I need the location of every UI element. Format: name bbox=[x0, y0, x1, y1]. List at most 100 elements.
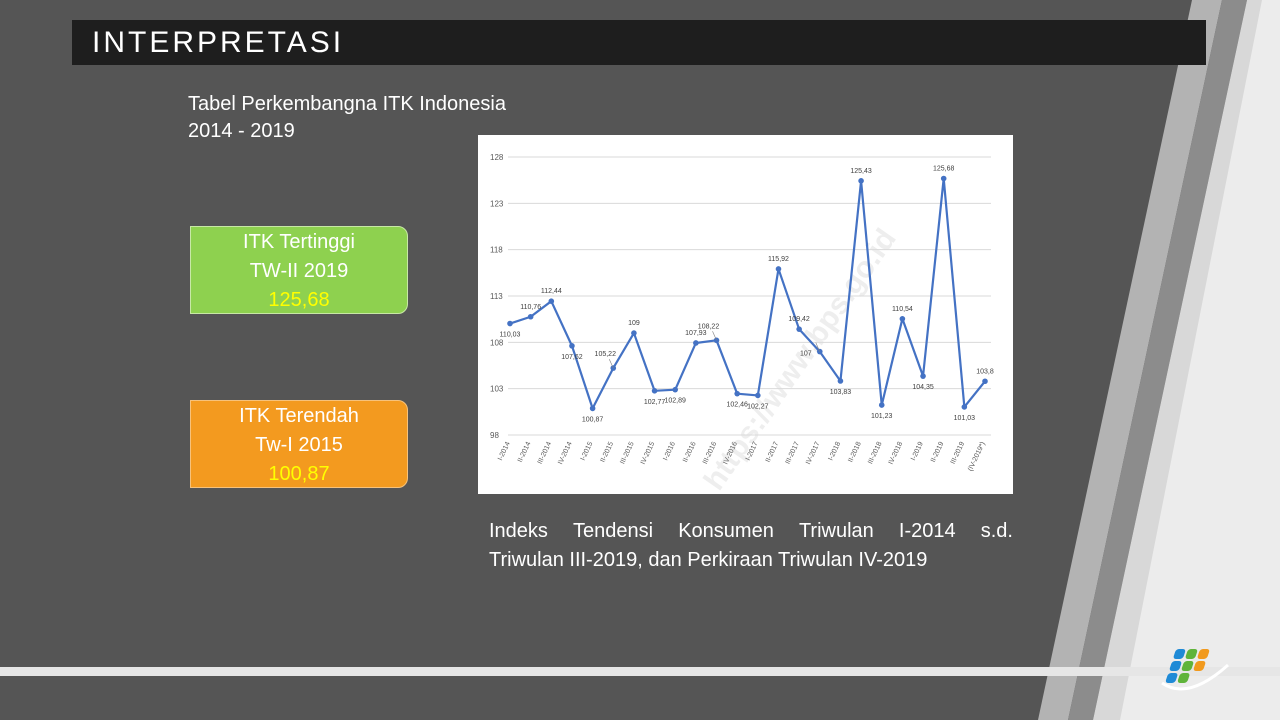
y-tick-label: 128 bbox=[490, 153, 504, 162]
title-bar: INTERPRETASI bbox=[72, 20, 1206, 65]
data-label: 108,22 bbox=[698, 323, 720, 330]
itk-chart-frame: https://www.bps.go.id 98 103 108 113 118 123 12… bbox=[478, 135, 1013, 494]
data-label: 110,54 bbox=[892, 306, 913, 313]
data-point bbox=[693, 340, 699, 346]
y-tick-label: 113 bbox=[490, 292, 503, 301]
data-label: 107,62 bbox=[561, 354, 583, 361]
data-point bbox=[858, 178, 864, 184]
x-tick-label: (IV-2019*) bbox=[967, 441, 987, 473]
highest-label: ITK Tertinggi bbox=[243, 231, 355, 253]
highest-value: 125,68 bbox=[268, 289, 330, 311]
x-tick-label: III-2015 bbox=[619, 441, 635, 466]
y-tick-label: 118 bbox=[490, 246, 503, 255]
data-label: 101,23 bbox=[871, 413, 893, 420]
lowest-period: Tw-I 2015 bbox=[255, 434, 343, 456]
data-label: 103,83 bbox=[830, 389, 852, 396]
data-point bbox=[548, 298, 555, 304]
y-tick-label: 123 bbox=[490, 199, 504, 208]
series-line bbox=[509, 177, 986, 410]
data-point bbox=[837, 378, 844, 384]
bps-logo-icon bbox=[1161, 649, 1230, 691]
caption-word: I-2014 bbox=[898, 520, 956, 542]
data-label: 104,35 bbox=[912, 384, 934, 391]
y-tick-label: 103 bbox=[490, 385, 504, 394]
x-tick-label: II-2015 bbox=[600, 441, 616, 464]
data-label: 125,68 bbox=[933, 165, 955, 172]
data-point bbox=[672, 386, 679, 393]
data-label: 125,43 bbox=[850, 168, 872, 175]
x-tick-label: II-2018 bbox=[847, 441, 863, 464]
itk-line-chart: https://www.bps.go.id9810310811311812312… bbox=[490, 153, 994, 494]
data-label: 102,46 bbox=[726, 402, 748, 409]
data-label: 100,87 bbox=[582, 416, 604, 423]
data-label: 103,8 bbox=[976, 368, 994, 375]
lowest-value: 100,87 bbox=[268, 463, 330, 485]
data-label: 102,77 bbox=[644, 399, 666, 406]
y-tick-label: 108 bbox=[490, 338, 504, 347]
caption-word: Tendensi bbox=[573, 520, 654, 542]
data-label: 110,03 bbox=[500, 332, 521, 339]
x-tick-label: II-2017 bbox=[765, 441, 781, 464]
x-tick-label: IV-2014 bbox=[557, 441, 574, 466]
caption-word: Konsumen bbox=[678, 520, 774, 542]
data-point bbox=[589, 405, 596, 412]
caption-line-2: Triwulan III-2019, dan Perkiraan Triwula… bbox=[489, 549, 928, 571]
x-tick-label: III-2017 bbox=[785, 441, 801, 466]
x-tick-label: I-2014 bbox=[497, 441, 512, 462]
data-point bbox=[878, 402, 885, 408]
lowest-label: ITK Terendah bbox=[239, 405, 359, 427]
x-tick-label: II-2016 bbox=[682, 441, 698, 464]
data-point bbox=[920, 373, 926, 379]
x-tick-label: I-2018 bbox=[828, 441, 843, 462]
table-subtitle: Tabel Perkembangna ITK Indonesia 2014 - … bbox=[188, 91, 506, 145]
highest-itk-box: ITK Tertinggi TW-II 2019 125,68 bbox=[190, 226, 408, 314]
data-label: 105,22 bbox=[595, 351, 617, 358]
data-point bbox=[961, 404, 968, 410]
data-label: 112,44 bbox=[541, 288, 562, 295]
data-point bbox=[713, 337, 720, 344]
caption-line-1: Indeks Tendensi Konsumen Triwulan I-2014 s.d. bbox=[489, 517, 1013, 546]
data-label: 101,03 bbox=[954, 415, 976, 422]
caption-word: s.d. bbox=[980, 520, 1013, 542]
data-point bbox=[527, 313, 534, 320]
x-tick-label: IV-2015 bbox=[640, 441, 657, 466]
data-point bbox=[734, 390, 740, 397]
caption-word: Triwulan bbox=[798, 520, 874, 542]
data-label: 115,92 bbox=[768, 256, 789, 263]
subtitle-line-1: Tabel Perkembangna ITK Indonesia bbox=[188, 93, 506, 115]
data-point bbox=[796, 326, 802, 332]
data-point bbox=[940, 175, 947, 182]
x-tick-label: II-2019 bbox=[930, 441, 946, 464]
x-tick-label: III-2019 bbox=[950, 441, 966, 466]
data-label: 107,93 bbox=[685, 330, 707, 337]
x-tick-label: II-2014 bbox=[517, 441, 533, 464]
x-tick-label: I-2016 bbox=[662, 441, 677, 462]
subtitle-line-2: 2014 - 2019 bbox=[188, 120, 295, 142]
data-label: 110,76 bbox=[520, 304, 541, 311]
data-point bbox=[507, 320, 513, 327]
data-point bbox=[982, 378, 988, 385]
data-point bbox=[651, 387, 658, 394]
x-tick-label: IV-2017 bbox=[805, 441, 822, 466]
x-tick-label: III-2018 bbox=[867, 441, 883, 466]
data-label: 102,27 bbox=[747, 403, 769, 410]
data-point bbox=[775, 266, 782, 272]
lowest-itk-box: ITK Terendah Tw-I 2015 100,87 bbox=[190, 400, 408, 488]
data-point bbox=[569, 343, 575, 349]
data-point bbox=[899, 315, 906, 322]
page-title: INTERPRETASI bbox=[92, 26, 345, 59]
highest-period: TW-II 2019 bbox=[249, 260, 349, 282]
data-point bbox=[631, 330, 637, 336]
x-tick-label: I-2015 bbox=[580, 441, 595, 462]
data-label: 107 bbox=[800, 351, 812, 358]
data-label: 102,89 bbox=[665, 398, 687, 405]
chart-caption: Indeks Tendensi Konsumen Triwulan I-2014 s.d.… bbox=[489, 517, 1013, 575]
x-tick-label: IV-2018 bbox=[888, 441, 905, 466]
data-label: 109 bbox=[628, 320, 640, 327]
caption-word: Indeks bbox=[489, 520, 548, 542]
bottom-bar bbox=[0, 667, 1280, 676]
x-tick-label: III-2014 bbox=[537, 441, 553, 466]
y-tick-label: 98 bbox=[490, 431, 499, 440]
data-label: 109,42 bbox=[788, 316, 810, 323]
x-tick-label: I-2019 bbox=[910, 441, 925, 462]
